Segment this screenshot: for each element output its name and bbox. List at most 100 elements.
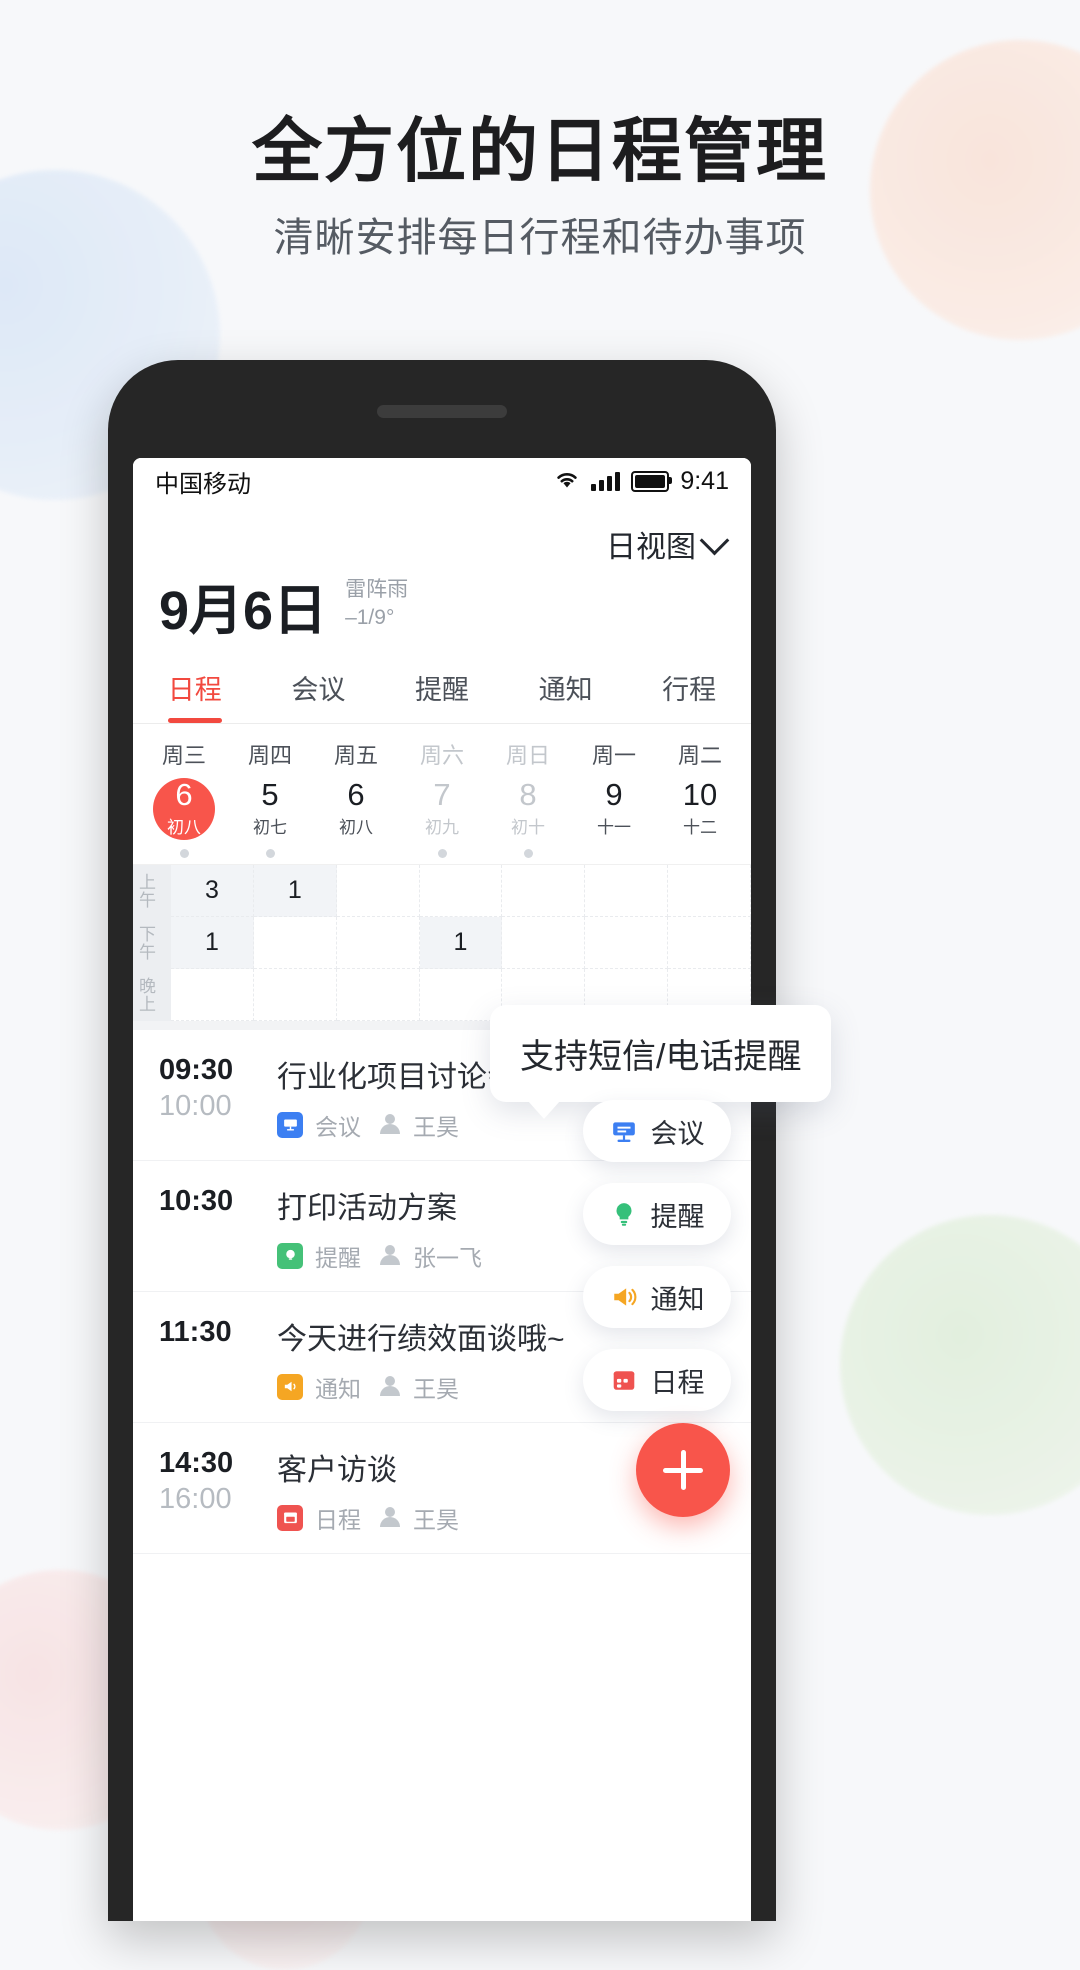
action-pill-1[interactable]: 会议	[583, 1100, 731, 1162]
week-day-10[interactable]: 周二 10 十二	[657, 738, 743, 858]
week-day-6[interactable]: 周五 6 初八	[313, 738, 399, 858]
lunar-label: 初八	[339, 818, 373, 838]
meeting-icon	[277, 1111, 303, 1138]
time-grid-cell[interactable]	[336, 916, 420, 969]
status-bar: 中国移动 9:41	[133, 458, 751, 504]
weekday-label: 周四	[247, 742, 292, 768]
action-pill-group: 会议提醒通知日程	[583, 1100, 731, 1411]
time-grid-label-1: 上午	[136, 872, 155, 909]
action-pill-4[interactable]: 日程	[583, 1349, 731, 1411]
time-grid-cell[interactable]	[336, 968, 420, 1021]
day-number: 7	[433, 777, 451, 813]
time-grid-cell[interactable]	[336, 864, 420, 917]
event-end-time: 10:00	[159, 1089, 232, 1122]
person-icon	[379, 1506, 401, 1529]
view-switch-button[interactable]: 日视图	[606, 522, 730, 566]
week-strip: 周三 6 初八 周四 5 初七 周五 6 初八 周六 7 初九 周日 8 初十 周一 9 十一 周二 10 十二	[133, 724, 751, 864]
week-day-5[interactable]: 周四 5 初七	[227, 738, 313, 858]
current-date: 9月6日	[159, 580, 328, 641]
tab-5[interactable]: 行程	[627, 658, 751, 723]
cellular-signal-icon	[591, 471, 621, 491]
lunar-label: 初七	[253, 818, 287, 838]
event-dot	[437, 848, 447, 858]
day-circle: 8 初十	[497, 778, 559, 840]
week-day-7[interactable]: 周六 7 初九	[399, 738, 485, 858]
time-grid-cell[interactable]	[253, 968, 337, 1021]
day-number: 6	[347, 777, 365, 813]
lunar-label: 初十	[511, 818, 545, 838]
phone-speaker	[377, 405, 507, 418]
time-grid-cell[interactable]	[171, 968, 254, 1021]
event-times: 11:30	[159, 1314, 277, 1404]
action-pill-label: 日程	[650, 1367, 705, 1398]
clock-label: 9:41	[680, 466, 729, 495]
day-circle: 10 十二	[669, 778, 731, 840]
event-person: 王昊	[413, 1375, 459, 1402]
event-tag-label: 通知	[315, 1375, 361, 1402]
bulb-icon	[610, 1200, 638, 1228]
time-grid-cell[interactable]	[253, 916, 337, 969]
time-grid-cell[interactable]: 1	[171, 916, 254, 969]
tab-3[interactable]: 提醒	[380, 658, 504, 723]
action-pill-3[interactable]: 通知	[583, 1266, 731, 1328]
weather-description: 雷阵雨	[345, 578, 409, 601]
person-icon	[379, 1375, 401, 1398]
weekday-label: 周二	[677, 742, 722, 768]
time-grid-cell[interactable]	[585, 916, 669, 969]
event-end-time: 16:00	[159, 1482, 232, 1515]
event-tag-label: 提醒	[315, 1244, 361, 1271]
time-grid-cell[interactable]	[668, 864, 751, 917]
day-circle: 7 初九	[411, 778, 473, 840]
week-day-6[interactable]: 周三 6 初八	[141, 738, 227, 858]
add-event-fab[interactable]	[636, 1423, 730, 1517]
week-day-9[interactable]: 周一 9 十一	[571, 738, 657, 858]
time-grid-label-2: 下午	[136, 924, 155, 961]
day-number: 5	[261, 777, 279, 813]
carrier-label: 中国移动	[155, 470, 251, 498]
time-grid-cell[interactable]: 3	[171, 864, 254, 917]
day-circle: 6 初八	[325, 778, 387, 840]
event-times: 14:30 16:00	[159, 1445, 277, 1535]
time-grid-cell[interactable]	[502, 864, 586, 917]
time-grid-row: 11	[171, 916, 751, 969]
tab-2[interactable]: 会议	[257, 658, 381, 723]
time-grid-cell[interactable]	[419, 968, 503, 1021]
event-tag-label: 会议	[315, 1113, 361, 1140]
weekday-label: 周三	[161, 742, 206, 768]
event-tag-label: 日程	[315, 1506, 361, 1533]
event-dot	[179, 848, 189, 858]
event-start-time: 14:30	[159, 1446, 234, 1479]
person-icon	[379, 1113, 401, 1136]
time-grid-cell[interactable]	[585, 864, 669, 917]
weekday-label: 周日	[505, 742, 550, 768]
lunar-label: 十一	[597, 818, 631, 838]
tab-4[interactable]: 通知	[504, 658, 628, 723]
tab-1[interactable]: 日程	[133, 658, 257, 723]
date-header: 9月6日 雷阵雨 –1/9°	[133, 566, 751, 658]
time-grid-cell[interactable]	[502, 916, 586, 969]
event-start-time: 11:30	[159, 1315, 232, 1348]
day-number: 10	[682, 777, 718, 813]
bulb-icon	[277, 1242, 303, 1269]
action-pill-2[interactable]: 提醒	[583, 1183, 731, 1245]
promo-title: 全方位的日程管理	[252, 112, 828, 190]
time-grid-cell[interactable]	[419, 864, 503, 917]
week-day-8[interactable]: 周日 8 初十	[485, 738, 571, 858]
time-grid-cell[interactable]	[668, 916, 751, 969]
day-circle: 5 初七	[239, 778, 301, 840]
battery-full-icon	[631, 470, 673, 492]
event-start-time: 09:30	[159, 1053, 234, 1086]
promo-subtitle: 清晰安排每日行程和待办事项	[273, 216, 807, 260]
calendar-icon	[610, 1366, 638, 1394]
time-grid-cell[interactable]: 1	[419, 916, 503, 969]
person-icon	[379, 1244, 401, 1267]
tab-bar: 日程 会议 提醒 通知 行程	[133, 658, 751, 724]
event-times: 10:30	[159, 1183, 277, 1273]
weather-info: 雷阵雨 –1/9°	[345, 576, 408, 638]
weekday-label: 周六	[419, 742, 464, 768]
plus-icon-vertical	[680, 1450, 686, 1490]
chevron-down-icon	[699, 525, 730, 555]
time-grid-cell[interactable]: 1	[253, 864, 337, 917]
tooltip-text: 支持短信/电话提醒	[520, 1038, 802, 1076]
day-number: 9	[605, 777, 623, 813]
